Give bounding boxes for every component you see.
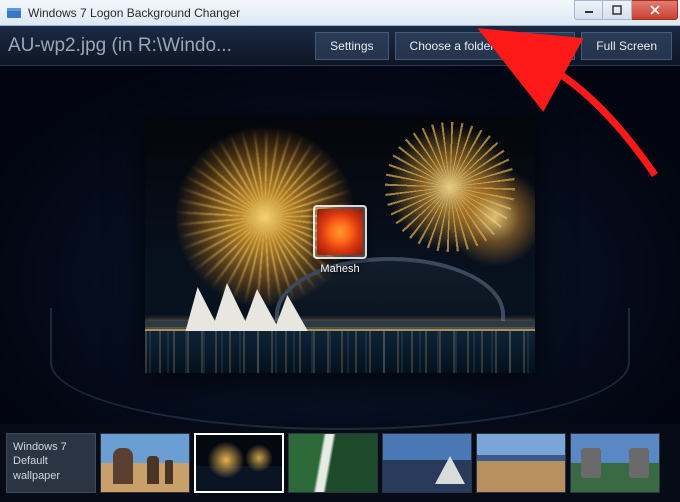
window-title: Windows 7 Logon Background Changer — [28, 6, 240, 20]
preview-stage: Mahesh — [0, 66, 680, 424]
settings-button[interactable]: Settings — [315, 32, 388, 60]
wallpaper-thumb[interactable] — [288, 433, 378, 493]
username-label: Mahesh — [313, 263, 367, 275]
thumbnail-strip: Windows 7 Default wallpaper — [0, 424, 680, 502]
current-file-path: AU-wp2.jpg (in R:\Windo... — [8, 35, 315, 57]
user-tile: Mahesh — [313, 205, 367, 275]
toolbar: AU-wp2.jpg (in R:\Windo... Settings Choo… — [0, 26, 680, 66]
full-screen-button[interactable]: Full Screen — [581, 32, 672, 60]
minimize-button[interactable] — [574, 0, 603, 20]
maximize-button[interactable] — [603, 0, 632, 20]
wallpaper-thumb-selected[interactable] — [194, 433, 284, 493]
app-icon — [6, 5, 22, 21]
water-graphic — [145, 331, 535, 373]
opera-house-graphic — [185, 283, 335, 333]
default-wallpaper-button[interactable]: Windows 7 Default wallpaper — [6, 433, 96, 493]
firework-graphic — [445, 167, 535, 267]
user-avatar — [317, 209, 363, 255]
wallpaper-thumb[interactable] — [570, 433, 660, 493]
avatar-frame — [313, 205, 367, 259]
close-button[interactable] — [632, 0, 678, 20]
logon-preview[interactable]: Mahesh — [145, 117, 535, 373]
window-controls — [574, 0, 678, 20]
choose-folder-button[interactable]: Choose a folder — [395, 32, 510, 60]
wallpaper-thumb[interactable] — [100, 433, 190, 493]
apply-button[interactable]: Apply — [515, 32, 575, 60]
wallpaper-thumb[interactable] — [382, 433, 472, 493]
window-titlebar: Windows 7 Logon Background Changer — [0, 0, 680, 26]
wallpaper-thumb[interactable] — [476, 433, 566, 493]
